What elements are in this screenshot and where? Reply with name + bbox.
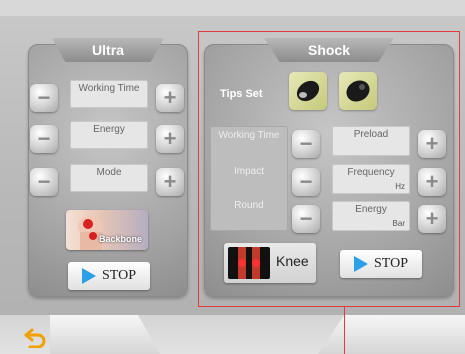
ultra-panel: Ultra − Working Time + − Energy + − Mode… [28, 38, 188, 297]
working-time-field: Working Time [70, 80, 148, 108]
shock-stop-label: STOP [374, 256, 408, 271]
tip-head-icon [296, 80, 320, 102]
back-body-icon [78, 216, 102, 250]
working-time-plus-button[interactable]: + [156, 84, 184, 112]
back-arrow-icon [24, 328, 46, 349]
mode-field: Mode [70, 164, 148, 192]
preload-minus-button[interactable]: − [292, 130, 320, 158]
play-icon [354, 256, 368, 272]
energy-minus-button[interactable]: − [30, 125, 58, 153]
minus-icon: − [37, 169, 51, 194]
frequency-minus-button[interactable]: − [292, 168, 320, 196]
minus-icon: − [299, 131, 313, 156]
minus-icon: − [37, 126, 51, 151]
preload-field: Preload [332, 126, 410, 156]
param-working-time: Working Time [218, 130, 280, 141]
shock-title: Shock [307, 42, 350, 58]
highlight-connector [344, 307, 345, 354]
energy-shock-unit: Bar [392, 219, 405, 228]
frequency-label: Frequency [347, 167, 395, 178]
param-round: Round [234, 200, 264, 211]
tips-set-label: Tips Set [220, 88, 263, 100]
plus-icon: + [163, 169, 177, 194]
working-time-minus-button[interactable]: − [30, 84, 58, 112]
shock-stop-button[interactable]: STOP [340, 250, 422, 278]
ultra-stop-label: STOP [102, 268, 136, 283]
bottom-wave-left [50, 315, 160, 354]
backbone-area-button[interactable]: Backbone [66, 210, 148, 250]
energy-plus-button[interactable]: + [156, 125, 184, 153]
shock-panel: Shock Tips Set Working Time Impact Round… [204, 38, 454, 297]
preload-label: Preload [353, 129, 389, 140]
minus-icon: − [37, 85, 51, 110]
working-time-label: Working Time [78, 83, 140, 94]
shock-params-labels: Working Time Impact Round [210, 126, 288, 231]
energy-shock-field: Energy Bar [332, 201, 410, 231]
play-icon [82, 268, 96, 284]
energy-shock-label: Energy [355, 204, 387, 215]
tip-head-icon [346, 80, 370, 102]
knee-icon [238, 247, 260, 279]
minus-icon: − [299, 169, 313, 194]
plus-icon: + [425, 169, 439, 194]
preload-plus-button[interactable]: + [418, 130, 446, 158]
plus-icon: + [425, 206, 439, 231]
minus-icon: − [299, 206, 313, 231]
knee-label: Knee [276, 253, 309, 269]
bottom-bar [0, 315, 465, 354]
mode-minus-button[interactable]: − [30, 168, 58, 196]
back-button[interactable] [22, 326, 50, 349]
ultra-title-tab: Ultra [52, 38, 164, 62]
frequency-field: Frequency Hz [332, 164, 410, 194]
tip-2-button[interactable] [339, 72, 377, 110]
frequency-unit: Hz [395, 182, 405, 191]
knee-image [228, 247, 270, 279]
shock-title-tab: Shock [264, 38, 394, 62]
mode-label: Mode [96, 167, 122, 178]
mode-plus-button[interactable]: + [156, 168, 184, 196]
ultra-stop-button[interactable]: STOP [68, 262, 150, 290]
energy-shock-plus-button[interactable]: + [418, 205, 446, 233]
ultra-title: Ultra [92, 42, 124, 58]
plus-icon: + [425, 131, 439, 156]
tip-1-button[interactable] [289, 72, 327, 110]
top-bar [0, 0, 465, 16]
knee-area-button[interactable]: Knee [224, 243, 316, 283]
frequency-plus-button[interactable]: + [418, 168, 446, 196]
energy-label: Energy [93, 124, 125, 135]
plus-icon: + [163, 126, 177, 151]
bottom-wave-right [318, 315, 465, 354]
param-impact: Impact [233, 166, 264, 177]
energy-shock-minus-button[interactable]: − [292, 205, 320, 233]
plus-icon: + [163, 85, 177, 110]
backbone-label: Backbone [98, 234, 142, 244]
energy-field: Energy [70, 121, 148, 149]
